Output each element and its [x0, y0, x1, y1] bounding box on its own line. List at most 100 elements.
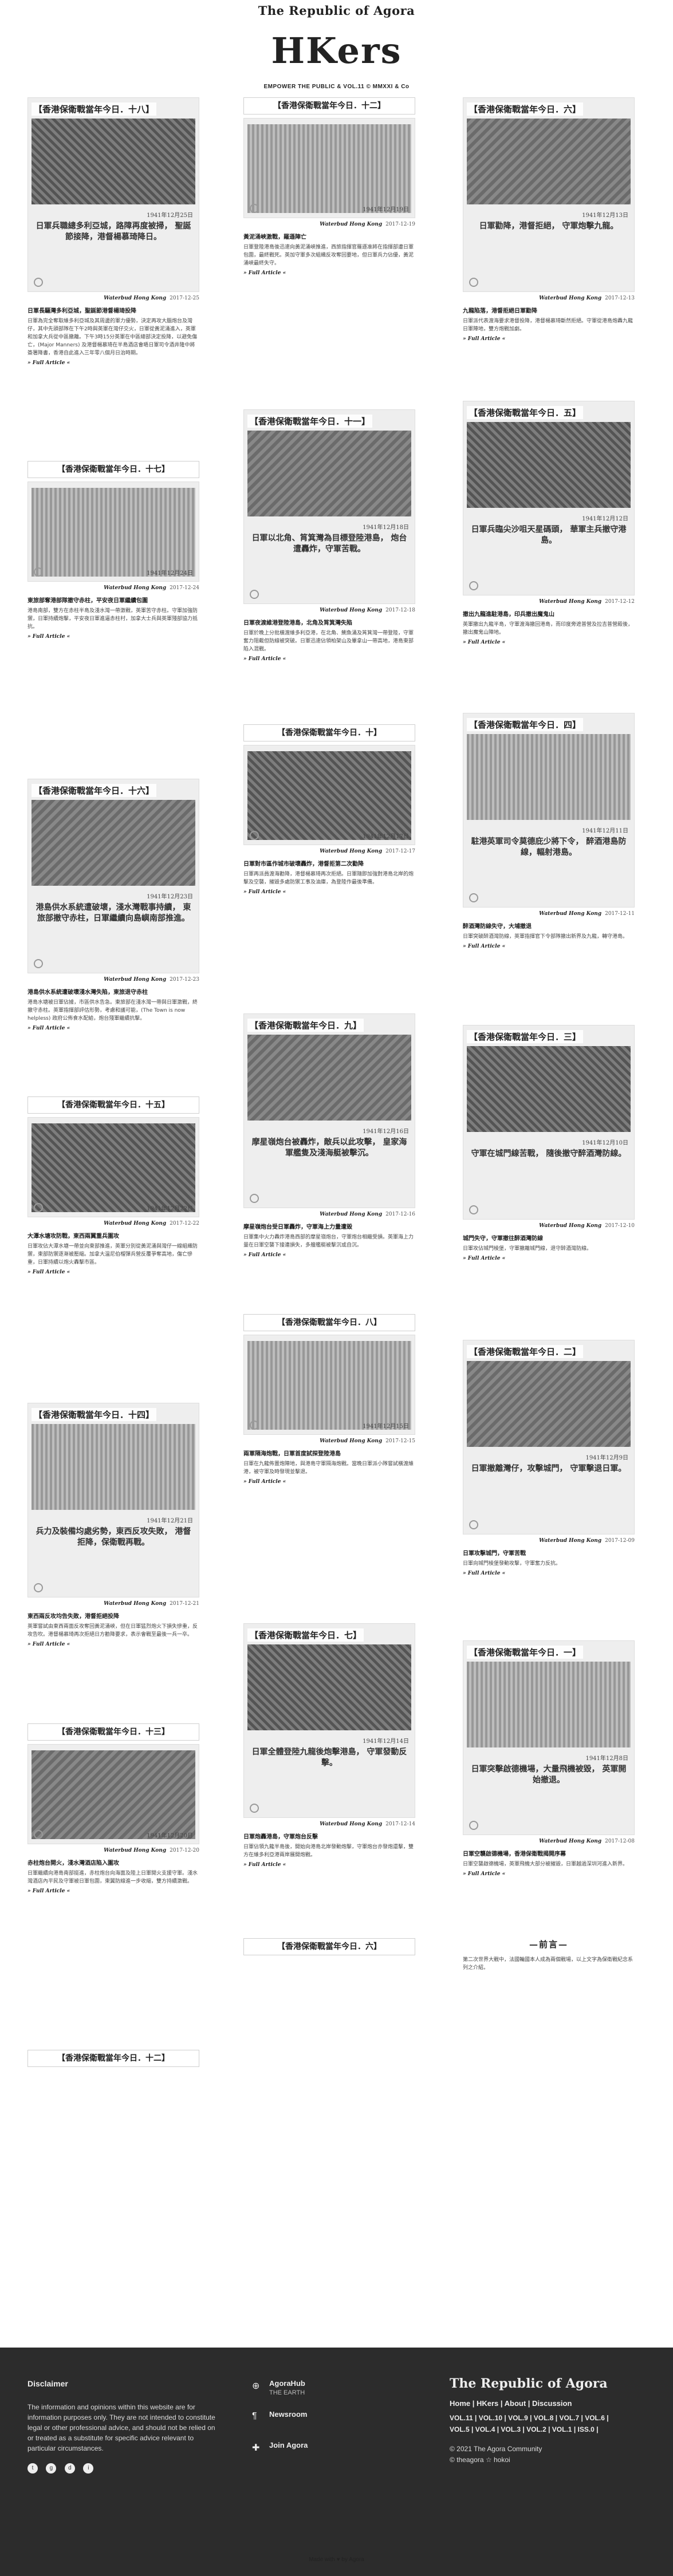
article-excerpt: 日軍佔領九龍半島後，開始向港島北岸發動炮擊，守軍炮台亦發炮還擊，雙方在維多利亞港…	[243, 1844, 414, 1858]
article-photo[interactable]: 1941年12月17日	[243, 745, 415, 845]
full-article-link[interactable]: » Full Article «	[243, 656, 415, 662]
article-card[interactable]: 【香港保衛戰當年今日．九】 1941年12月16日 摩星嶺炮台被轟炸，敵兵以此攻擊，…	[243, 1013, 415, 1258]
article-photo[interactable]: 【香港保衛戰當年今日．六】 1941年12月13日 日軍勸降，港督拒絕， 守軍炮擊九…	[463, 97, 635, 292]
footer-volumes-row-2[interactable]: VOL.5 | VOL.4 | VOL.3 | VOL.2 | VOL.1 | …	[450, 2424, 656, 2435]
site-logo[interactable]: HKers	[0, 30, 673, 72]
article-source: Waterbud Hong Kong	[539, 1538, 602, 1544]
full-article-link[interactable]: » Full Article «	[27, 1888, 199, 1894]
full-article-link[interactable]: » Full Article «	[27, 1642, 199, 1647]
full-article-link[interactable]: » Full Article «	[463, 944, 635, 949]
article-headline[interactable]: 東旅部奪港部隊撤守赤柱，平安夜日軍繼續包圍	[27, 595, 199, 604]
article-headline[interactable]: 兩軍隔海炮戰，日軍首度試探登陸港島	[243, 1449, 415, 1457]
full-article-link[interactable]: » Full Article «	[27, 360, 199, 366]
footer-volumes-row-1[interactable]: VOL.11 | VOL.10 | VOL.9 | VOL.8 | VOL.7 …	[450, 2412, 656, 2424]
series-banner[interactable]: 【香港保衛戰當年今日．八】	[243, 1314, 415, 1331]
article-headline[interactable]: 港島供水系統遭破壞淺水灣失陷，東旅退守赤柱	[27, 987, 199, 996]
article-headline[interactable]: 東西兩反攻均告失敗，港督拒絕投降	[27, 1611, 199, 1620]
article-card[interactable]: 【香港保衛戰當年今日．十】 1941年12月17日 2017-12-17 Waterb…	[243, 724, 415, 895]
series-banner[interactable]: 【香港保衛戰當年今日．十五】	[27, 1096, 199, 1114]
article-photo[interactable]: 【香港保衛戰當年今日．三】 1941年12月10日 守軍在城門線苦戰， 隨後撤守醉酒…	[463, 1025, 635, 1220]
article-card[interactable]: 【香港保衛戰當年今日．二】 1941年12月9日 日軍撤離灣仔，攻擊城門， 守軍擊退…	[463, 1340, 635, 1576]
article-card[interactable]: 【香港保衛戰當年今日．六】 1941年12月13日 日軍勸降，港督拒絕， 守軍炮擊九…	[463, 97, 635, 342]
series-banner[interactable]: 【香港保衛戰當年今日．十七】	[27, 461, 199, 478]
full-article-link[interactable]: » Full Article «	[463, 1571, 635, 1576]
article-photo[interactable]: 【香港保衛戰當年今日．十六】 1941年12月23日 港島供水系統遭破壞，淺水灣戰事…	[27, 779, 199, 973]
site-brand[interactable]: The Republic of Agora	[0, 3, 673, 18]
full-article-link[interactable]: » Full Article «	[243, 1862, 415, 1868]
article-photo[interactable]: 【香港保衛戰當年今日．二】 1941年12月9日 日軍撤離灣仔，攻擊城門， 守軍擊退…	[463, 1340, 635, 1534]
article-photo[interactable]: 1941年12月19日	[243, 118, 415, 218]
full-article-link[interactable]: » Full Article «	[243, 889, 415, 895]
article-headline[interactable]: 日軍空襲啟德機場，香港保衛戰揭開序幕	[463, 1849, 635, 1857]
full-article-link[interactable]: » Full Article «	[463, 1256, 635, 1261]
article-card[interactable]: 【香港保衛戰當年今日．十五】 1941年12月22日 2017-12-22 Water…	[27, 1096, 199, 1275]
article-photo[interactable]: 1941年12月22日	[27, 1117, 199, 1217]
article-date: 2017-12-11	[605, 911, 635, 917]
nav-join[interactable]: ✚ Join Agora	[252, 2441, 308, 2461]
article-photo[interactable]: 【香港保衛戰當年今日．十一】 1941年12月18日 日軍以北角、筲箕灣為目標登陸港…	[243, 409, 415, 604]
article-source: Waterbud Hong Kong	[320, 1212, 383, 1217]
full-article-link[interactable]: » Full Article «	[27, 634, 199, 640]
article-card[interactable]: 【香港保衛戰當年今日．十七】 1941年12月24日 2017-12-24 Water…	[27, 461, 199, 640]
article-photo[interactable]: 1941年12月20日	[27, 1744, 199, 1844]
article-headline[interactable]: 日軍長驅灣多利亞城，聖誕節港督楊琦投降	[27, 306, 199, 314]
article-photo[interactable]: 【香港保衛戰當年今日．十八】 1941年12月25日 日軍兵職總多利亞城，路障再度被…	[27, 97, 199, 292]
article-card[interactable]: 【香港保衛戰當年今日．四】 1941年12月11日 駐港英軍司令莫德庇少將下令， 醉…	[463, 713, 635, 949]
full-article-link[interactable]: » Full Article «	[463, 640, 635, 645]
article-photo[interactable]: 【香港保衛戰當年今日．十四】 1941年12月21日 兵力及裝備均處劣勢，東西反攻失…	[27, 1403, 199, 1597]
series-banner[interactable]: 【香港保衛戰當年今日．十三】	[27, 1723, 199, 1741]
article-photo[interactable]: 1941年12月24日	[27, 482, 199, 582]
article-headline[interactable]: 醉酒灣防線失守，大埔撤退	[463, 921, 635, 930]
instagram-icon[interactable]: i	[83, 2463, 94, 2474]
article-headline[interactable]: 日軍對市區作城市破壞轟炸，港督拒第二次勸降	[243, 859, 415, 867]
article-photo[interactable]: 【香港保衛戰當年今日．五】 1941年12月12日 日軍兵臨尖沙咀天星碼頭， 華軍主…	[463, 401, 635, 595]
series-banner[interactable]: 【香港保衛戰當年今日．十二】	[27, 2050, 199, 2067]
article-headline[interactable]: 赤柱炮台開火，淺水灣酒店陷入圍攻	[27, 1858, 199, 1867]
nav-agorahub[interactable]: ⊕ AgoraHub THE EARTH	[252, 2379, 308, 2400]
article-headline[interactable]: 日軍炮轟港島，守軍炮台反擊	[243, 1832, 415, 1840]
article-headline[interactable]: 日軍攻擊城門，守軍苦戰	[463, 1548, 635, 1557]
article-card[interactable]: 【香港保衛戰當年今日．十二】 1941年12月19日 2017-12-19 Water…	[243, 97, 415, 276]
article-card[interactable]: 【香港保衛戰當年今日．十八】 1941年12月25日 日軍兵職總多利亞城，路障再度被…	[27, 97, 199, 366]
full-article-link[interactable]: » Full Article «	[243, 270, 415, 276]
article-excerpt: 日軍集中火力轟炸港島西部的摩星嶺炮台，守軍炮台相繼受損。英軍海上力量在日軍空襲下…	[243, 1234, 414, 1248]
article-card[interactable]: 【香港保衛戰當年今日．三】 1941年12月10日 守軍在城門線苦戰， 隨後撤守醉酒…	[463, 1025, 635, 1261]
discord-icon[interactable]: d	[64, 2463, 75, 2474]
full-article-link[interactable]: » Full Article «	[463, 1871, 635, 1877]
article-card[interactable]: 【香港保衛戰當年今日．一】 1941年12月8日 日軍突擊啟德機場，大量飛機被毀， …	[463, 1640, 635, 1877]
article-card[interactable]: 【香港保衛戰當年今日．十四】 1941年12月21日 兵力及裝備均處劣勢，東西反攻失…	[27, 1403, 199, 1647]
article-card[interactable]: 【香港保衛戰當年今日．七】 1941年12月14日 日軍全體登陸九龍後炮擊港島， 守…	[243, 1623, 415, 1868]
article-headline[interactable]: 摩星嶺炮台受日軍轟炸，守軍海上力量遭毀	[243, 1222, 415, 1230]
article-headline[interactable]: 城門失守，守軍撤往醉酒灣防線	[463, 1233, 635, 1242]
full-article-link[interactable]: » Full Article «	[463, 336, 635, 342]
full-article-link[interactable]: » Full Article «	[243, 1252, 415, 1258]
series-banner[interactable]: 【香港保衛戰當年今日．十二】	[243, 97, 415, 115]
article-source: Waterbud Hong Kong	[539, 1839, 602, 1844]
full-article-link[interactable]: » Full Article «	[27, 1025, 199, 1031]
article-headline[interactable]: 大潭水塘攻防戰，東西兩翼重兵圍攻	[27, 1231, 199, 1240]
footer-links[interactable]: Home | HKers | About | Discussion	[450, 2399, 656, 2408]
github-icon[interactable]: g	[46, 2463, 57, 2474]
article-card[interactable]: 【香港保衛戰當年今日．十一】 1941年12月18日 日軍以北角、筲箕灣為目標登陸港…	[243, 409, 415, 662]
series-banner[interactable]: 【香港保衛戰當年今日．十】	[243, 724, 415, 741]
article-card[interactable]: 【香港保衛戰當年今日．八】 1941年12月15日 2017-12-15 Waterb…	[243, 1314, 415, 1485]
article-headline[interactable]: 黃泥涌峽激戰，羅遜陣亡	[243, 232, 415, 240]
twitter-icon[interactable]: t	[27, 2463, 38, 2474]
full-article-link[interactable]: » Full Article «	[27, 1269, 199, 1275]
article-photo[interactable]: 【香港保衛戰當年今日．一】 1941年12月8日 日軍突擊啟德機場，大量飛機被毀， …	[463, 1640, 635, 1835]
article-photo[interactable]: 【香港保衛戰當年今日．九】 1941年12月16日 摩星嶺炮台被轟炸，敵兵以此攻擊，…	[243, 1013, 415, 1208]
article-card[interactable]: 【香港保衛戰當年今日．十三】 1941年12月20日 2017-12-20 Water…	[27, 1723, 199, 1894]
article-card[interactable]: 【香港保衛戰當年今日．十六】 1941年12月23日 港島供水系統遭破壞，淺水灣戰事…	[27, 779, 199, 1031]
full-article-link[interactable]: » Full Article «	[243, 1479, 415, 1485]
article-photo[interactable]: 1941年12月15日	[243, 1335, 415, 1435]
article-date: 2017-12-09	[605, 1538, 635, 1544]
photo-title: 【香港保衛戰當年今日．六】	[467, 102, 584, 116]
article-card[interactable]: 【香港保衛戰當年今日．五】 1941年12月12日 日軍兵臨尖沙咀天星碼頭， 華軍主…	[463, 401, 635, 645]
series-banner[interactable]: 【香港保衛戰當年今日．六】	[243, 1938, 415, 1955]
nav-newsroom[interactable]: ¶ Newsroom	[252, 2410, 308, 2431]
article-headline[interactable]: 九龍陷落，港督拒絕日軍勸降	[463, 306, 635, 314]
article-photo[interactable]: 【香港保衛戰當年今日．四】 1941年12月11日 駐港英軍司令莫德庇少將下令， 醉…	[463, 713, 635, 908]
article-headline[interactable]: 日軍夜渡維港登陸港島，北角及筲箕灣失陷	[243, 618, 415, 626]
article-headline[interactable]: 撤出九龍進駐港島，印兵撤出魔鬼山	[463, 609, 635, 618]
article-photo[interactable]: 【香港保衛戰當年今日．七】 1941年12月14日 日軍全體登陸九龍後炮擊港島， 守…	[243, 1623, 415, 1818]
